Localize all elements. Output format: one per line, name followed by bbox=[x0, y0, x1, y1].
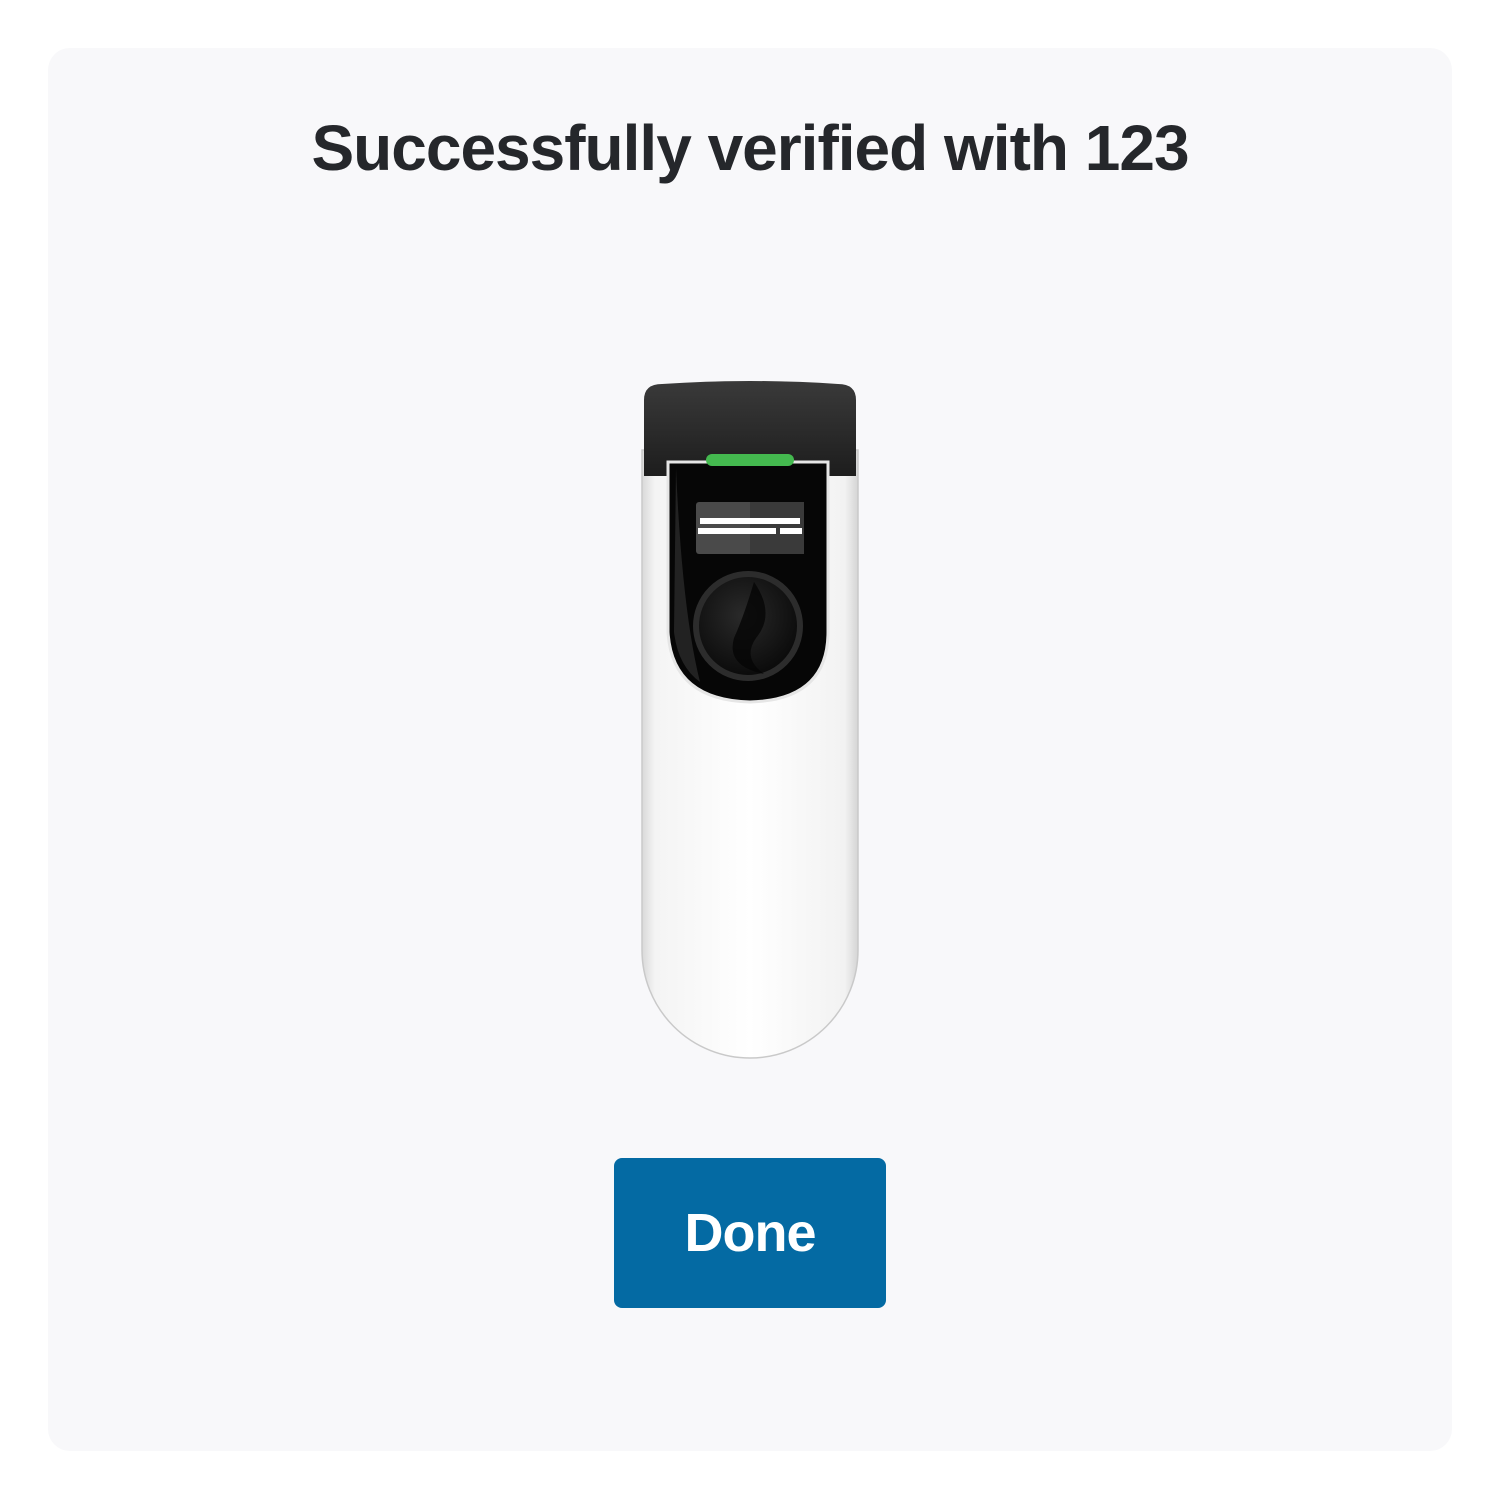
page-title: Successfully verified with 123 bbox=[311, 112, 1189, 184]
done-button[interactable]: Done bbox=[614, 1158, 886, 1308]
status-light bbox=[706, 454, 794, 466]
ev-charger-icon bbox=[641, 381, 859, 1059]
